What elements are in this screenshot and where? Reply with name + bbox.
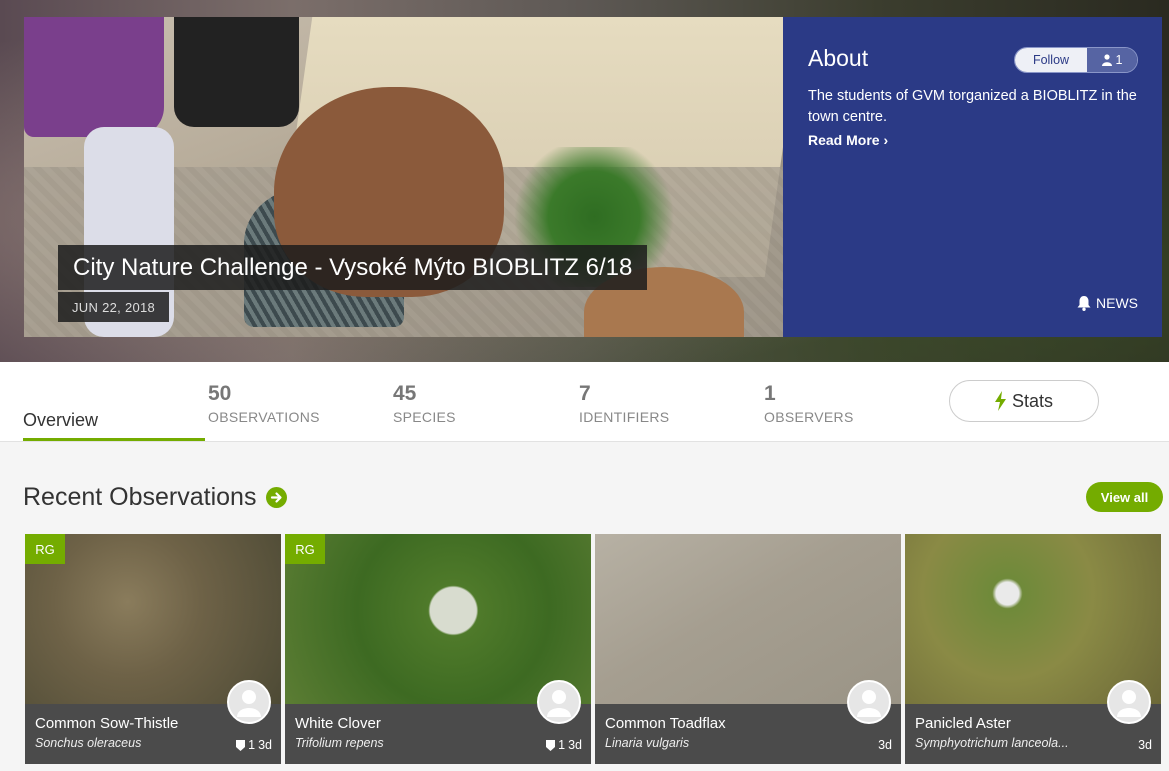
lightning-icon — [994, 391, 1006, 411]
observer-avatar[interactable] — [537, 680, 581, 724]
scientific-name: Sonchus oleraceus — [35, 736, 142, 750]
observer-avatar[interactable] — [1107, 680, 1151, 724]
identification-icon — [546, 739, 556, 751]
project-title: City Nature Challenge - Vysoké Mýto BIOB… — [58, 245, 648, 290]
common-name[interactable]: White Clover — [295, 715, 581, 732]
user-placeholder-icon — [1117, 690, 1141, 717]
follow-button[interactable]: Follow — [1015, 48, 1087, 72]
active-tab-indicator — [23, 438, 205, 441]
identification-icon — [236, 739, 246, 751]
user-placeholder-icon — [547, 690, 571, 717]
scientific-name: Linaria vulgaris — [605, 736, 690, 750]
project-date: JUN 22, 2018 — [58, 292, 170, 322]
stats-button[interactable]: Stats — [949, 380, 1099, 422]
tab-species[interactable]: 45 SPECIES — [393, 382, 456, 425]
view-all-button[interactable]: View all — [1086, 482, 1163, 512]
observation-card[interactable]: Common Toadflax Linaria vulgaris 3d — [595, 534, 901, 764]
tab-observations[interactable]: 50 OBSERVATIONS — [208, 382, 320, 425]
project-tabs: Overview 50 OBSERVATIONS 45 SPECIES 7 ID… — [0, 362, 1169, 442]
follower-count: 1 — [1087, 48, 1137, 72]
user-placeholder-icon — [237, 690, 261, 717]
common-name[interactable]: Common Toadflax — [605, 715, 891, 732]
observation-card[interactable]: Panicled Aster Symphyotrichum lanceola..… — [905, 534, 1161, 764]
arrow-right-icon[interactable] — [266, 487, 288, 508]
observation-card[interactable]: RG Common Sow-Thistle Sonchus oleraceus … — [25, 534, 281, 764]
tab-overview[interactable]: Overview — [23, 410, 98, 431]
observation-meta: 3d — [1138, 738, 1152, 752]
observer-avatar[interactable] — [847, 680, 891, 724]
observation-meta: 1 3d — [546, 738, 582, 752]
news-link[interactable]: NEWS — [1077, 295, 1138, 311]
research-grade-badge: RG — [25, 534, 65, 564]
tab-observers[interactable]: 1 OBSERVERS — [764, 382, 854, 425]
observation-photo[interactable] — [905, 534, 1161, 704]
scientific-name: Symphyotrichum lanceola... — [915, 736, 1069, 750]
observation-meta: 3d — [878, 738, 892, 752]
read-more-link[interactable]: Read More › — [808, 132, 888, 148]
observation-photo[interactable] — [285, 534, 591, 704]
recent-observations-heading: Recent Observations — [23, 483, 288, 512]
project-header: City Nature Challenge - Vysoké Mýto BIOB… — [0, 0, 1169, 362]
about-description: The students of GVM torganized a BIOBLIT… — [808, 88, 1137, 125]
user-placeholder-icon — [857, 690, 881, 717]
observation-card[interactable]: RG White Clover Trifolium repens 1 3d — [285, 534, 591, 764]
research-grade-badge: RG — [285, 534, 325, 564]
observation-photo[interactable] — [595, 534, 901, 704]
bell-icon — [1077, 295, 1091, 311]
about-panel: About Follow 1 The students of GVM torga… — [783, 17, 1162, 337]
observation-meta: 1 3d — [236, 738, 272, 752]
chevron-right-icon: › — [883, 132, 889, 148]
user-icon — [1101, 54, 1112, 66]
observer-avatar[interactable] — [227, 680, 271, 724]
follow-control[interactable]: Follow 1 — [1014, 47, 1138, 73]
scientific-name: Trifolium repens — [295, 736, 384, 750]
tab-identifiers[interactable]: 7 IDENTIFIERS — [579, 382, 669, 425]
